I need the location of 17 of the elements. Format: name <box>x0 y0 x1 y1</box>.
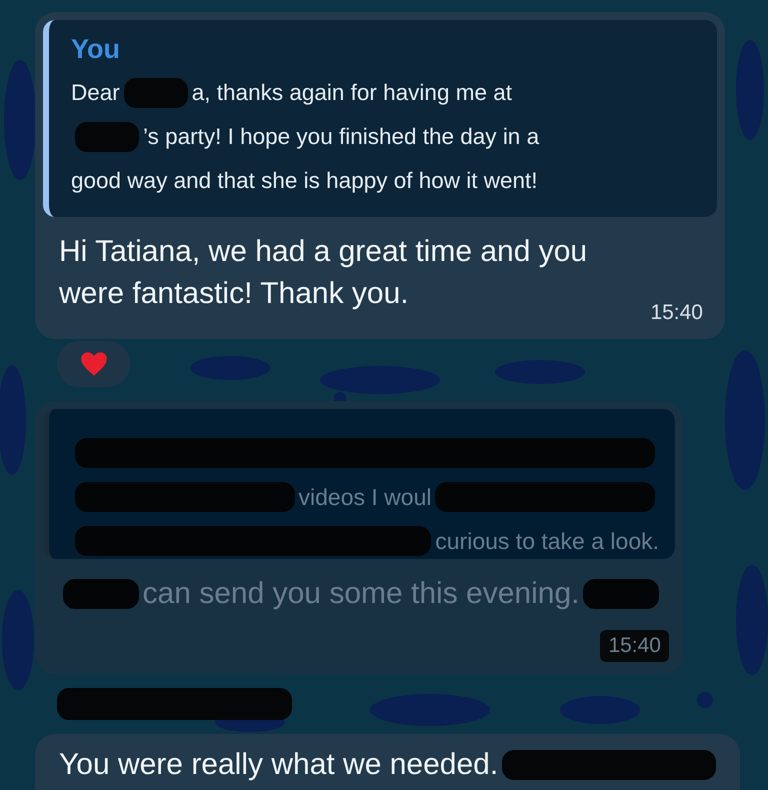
message-text: can send you some this evening. <box>142 577 580 611</box>
message-text: You were really what we needed. <box>59 748 498 782</box>
quote-author: You <box>71 34 121 65</box>
redaction-mark <box>75 122 139 152</box>
reaction-button[interactable] <box>57 341 130 387</box>
message-text: were fantastic! Thank you. <box>59 277 409 311</box>
timestamp: 15:40 <box>600 630 669 662</box>
message-text: Dear <box>71 80 120 106</box>
message-text: videos I woul <box>298 484 432 510</box>
message-text: curious to take a look. <box>435 528 659 554</box>
message-text: Hi Tatiana, we had a great time and you <box>59 235 588 269</box>
timestamp: 15:40 <box>650 301 703 325</box>
message-text: ’s party! I hope you finished the day in a <box>143 124 540 150</box>
redaction-mark <box>124 78 188 108</box>
message-text: a, thanks again for having me at <box>192 80 512 106</box>
message-text: good way and that she is happy of how it went! <box>71 168 538 194</box>
heart-icon <box>80 351 108 377</box>
